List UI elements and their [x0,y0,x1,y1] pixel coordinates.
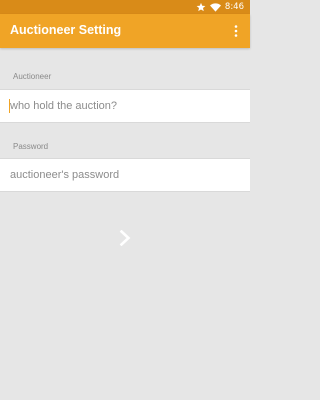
next-button[interactable] [110,223,140,253]
overflow-menu-button[interactable] [226,21,246,41]
status-bar: 8:46 [0,0,250,14]
text-cursor [9,99,10,113]
auctioneer-label: Auctioneer [13,72,52,81]
auctioneer-field-container [0,89,250,123]
wifi-icon [209,2,221,12]
chevron-right-icon [119,230,131,246]
status-time: 8:46 [224,2,244,12]
auctioneer-input[interactable] [0,90,250,122]
more-vert-icon [234,25,238,37]
app-bar: Auctioneer Setting [0,14,250,48]
password-label: Password [13,142,49,151]
star-icon [196,2,206,12]
status-icons: 8:46 [196,1,244,13]
password-input[interactable] [0,159,250,191]
page-title: Auctioneer Setting [10,23,122,37]
password-field-container [0,158,250,192]
